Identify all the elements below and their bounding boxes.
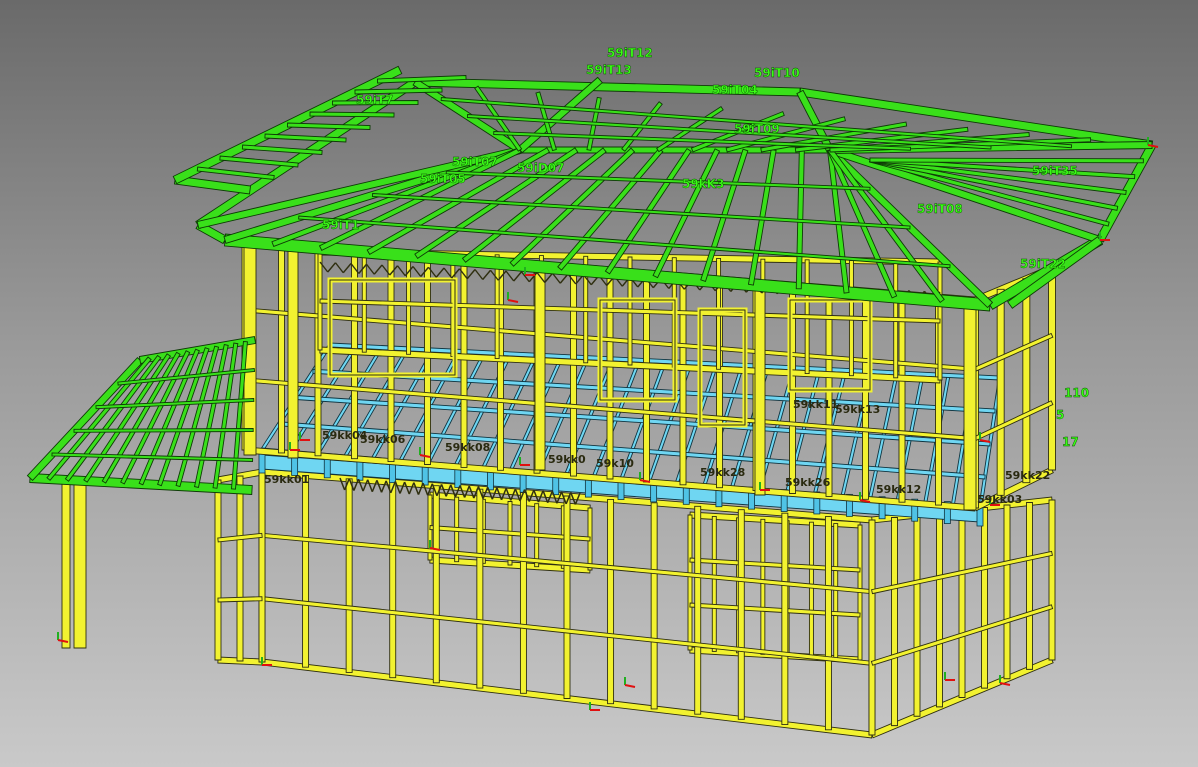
label-59iT22: 59iT22 [1020,257,1066,271]
cad-3d-viewport[interactable]: 59iT12 59iT13 59iT10 59iT04 59iT7 59iT07… [0,0,1198,767]
label-5: 5 [1056,408,1064,422]
label-59kk03: 59kk03 [977,493,1022,506]
steel-frame-house-model[interactable]: 59iT12 59iT13 59iT10 59iT04 59iT7 59iT07… [0,0,1198,767]
label-59kk12: 59kk12 [876,483,921,496]
label-59kk22: 59kk22 [1005,469,1050,482]
label-59kk08: 59kk08 [445,441,490,454]
label-59iT1: 59iT1 [322,218,359,232]
label-59k10: 59k10 [596,457,634,470]
label-59iT04: 59iT04 [712,83,758,97]
label-59kk0: 59kk0 [548,453,586,466]
label-59iT10: 59iT10 [754,66,800,80]
label-59iT08: 59iT08 [917,202,963,216]
label-59kk13: 59kk13 [835,403,880,416]
label-59iT09: 59iT09 [734,122,780,136]
label-110: 110 [1064,386,1089,400]
label-59iT13: 59iT13 [586,63,632,77]
label-59kK3: 59kK3 [682,177,724,191]
porch-roof [26,336,257,495]
label-59kk01: 59kk01 [264,473,309,486]
label-59iD07: 59iD07 [517,161,564,175]
label-59iT05: 59iT05 [420,172,466,186]
label-59iT7: 59iT7 [356,93,393,107]
label-59kk11: 59kk11 [793,398,838,411]
label-59kk26: 59kk26 [785,476,831,489]
label-59kk06: 59kk06 [360,433,406,446]
label-17: 17 [1062,435,1079,449]
label-59kk28: 59kk28 [700,466,745,479]
label-59iT07: 59iT07 [452,155,498,169]
label-59iT12: 59iT12 [607,46,653,60]
label-59iT35: 59iT35 [1032,164,1078,178]
